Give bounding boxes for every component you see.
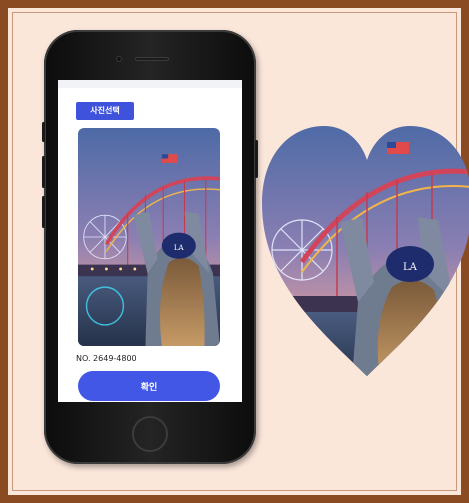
- power-button: [255, 140, 258, 178]
- heart-shaped-image: LA: [262, 126, 469, 376]
- select-photo-button[interactable]: 사진선택: [76, 102, 134, 120]
- phone-screen: 사진선택 LA NO. 2649-4800 확인: [58, 80, 242, 402]
- photo-number: NO. 2649-4800: [76, 354, 137, 363]
- svg-text:LA: LA: [174, 243, 185, 252]
- volume-down-button: [42, 196, 45, 228]
- selected-photo[interactable]: LA: [78, 128, 220, 346]
- front-camera: [116, 56, 122, 62]
- phone-mockup: 사진선택 LA NO. 2649-4800 확인: [42, 30, 258, 464]
- svg-text:LA: LA: [403, 262, 418, 273]
- confirm-button[interactable]: 확인: [78, 371, 220, 401]
- home-button-icon: [132, 416, 168, 452]
- speaker-icon: [135, 57, 169, 61]
- status-bar: [58, 80, 242, 88]
- volume-up-button: [42, 156, 45, 188]
- mute-switch: [42, 122, 45, 142]
- photo-scene-image: LA: [78, 128, 220, 346]
- heart-photo-preview: LA: [262, 122, 469, 378]
